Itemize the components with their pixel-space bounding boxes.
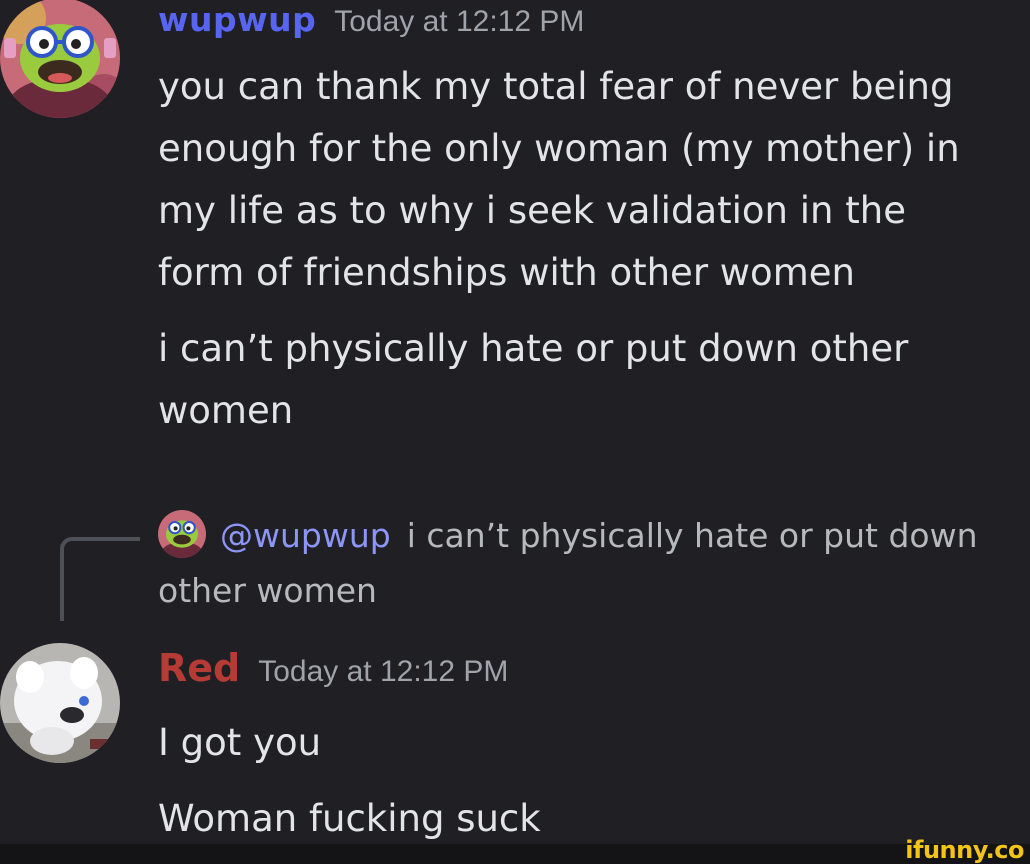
message-line: Woman fucking suck: [158, 797, 541, 840]
watermark-bar: ifunny.co: [0, 836, 1030, 864]
timestamp: Today at 12:12 PM: [334, 5, 585, 38]
message-header: wupwup Today at 12:12 PM: [158, 0, 584, 39]
message-line: enough for the only woman (my mother) in: [158, 127, 960, 170]
green-creature-with-glasses-icon: [158, 509, 206, 558]
message-line: I got you: [158, 721, 322, 764]
reply-reference[interactable]: @wupwup i can’t physically hate or put do…: [158, 508, 1030, 618]
message-wupwup: wupwup Today at 12:12 PM you can thank my…: [0, 0, 1030, 470]
reply-line-1: @wupwup i can’t physically hate or put do…: [158, 508, 1030, 563]
message-red: Red Today at 12:12 PM I got you Woman fuc…: [0, 640, 1030, 864]
message-line: my life as to why i seek validation in t…: [158, 189, 906, 232]
reply-connector: [60, 537, 140, 621]
timestamp: Today at 12:12 PM: [258, 655, 509, 688]
reply-text: i can’t physically hate or put down: [406, 516, 978, 555]
reply-line-2: other women: [158, 571, 377, 610]
avatar-red[interactable]: [0, 643, 120, 763]
message-header: Red Today at 12:12 PM: [158, 646, 508, 690]
green-creature-with-glasses-icon: [0, 0, 120, 118]
avatar-wupwup[interactable]: [0, 0, 120, 118]
reply-avatar: [158, 509, 206, 558]
white-furry-creature-icon: [0, 643, 120, 763]
ifunny-watermark: ifunny.co: [905, 836, 1024, 864]
author-name[interactable]: wupwup: [158, 0, 316, 39]
message-line: women: [158, 389, 294, 432]
message-content: you can thank my total fear of never bei…: [158, 56, 960, 442]
message-line: you can thank my total fear of never bei…: [158, 65, 954, 108]
author-name[interactable]: Red: [158, 646, 240, 690]
message-line: form of friendships with other women: [158, 251, 855, 294]
message-content: I got you Woman fucking suck: [158, 712, 541, 850]
message-line: i can’t physically hate or put down othe…: [158, 327, 909, 370]
reply-mention[interactable]: @wupwup: [220, 516, 391, 555]
